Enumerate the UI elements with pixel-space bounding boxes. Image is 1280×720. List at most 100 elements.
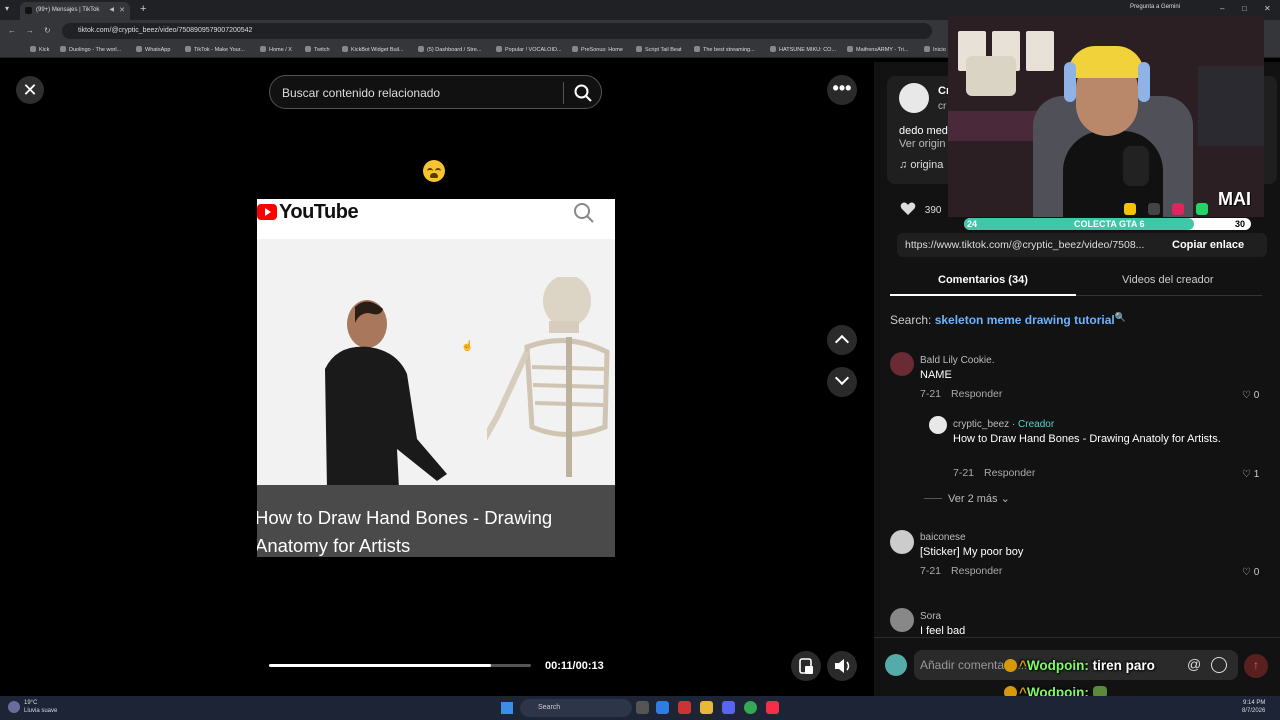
video-progress-bar[interactable]: [269, 664, 531, 667]
taskbar: 19°C Lluvia suave Search 9:14 PM 8/7/202…: [0, 696, 1280, 720]
task-view-icon[interactable]: [636, 701, 649, 714]
search-icon[interactable]: [573, 83, 593, 103]
volume-button[interactable]: [827, 651, 857, 681]
tab-comments[interactable]: Comentarios (34): [938, 274, 1028, 286]
creator-handle[interactable]: cr: [938, 101, 946, 112]
stream-logo: MAI: [1218, 189, 1251, 209]
floating-player-icon: [799, 658, 813, 674]
browser-tab[interactable]: (99+) Mensajes | TikTok ◀ ✕: [20, 2, 130, 20]
video-time: 00:11/00:13: [545, 660, 604, 672]
bookmark[interactable]: HATSUNE MIKU: CO...: [770, 46, 836, 53]
search-keyword[interactable]: skeleton meme drawing tutorial: [935, 313, 1115, 327]
panel-tabs: Comentarios (34) Videos del creador: [890, 268, 1262, 296]
comment-like[interactable]: ♡ 1: [1242, 469, 1259, 480]
webcam-overlay: MAI: [948, 16, 1264, 217]
bookmark[interactable]: Popular ! VOCALOID...: [496, 46, 562, 53]
new-tab-icon[interactable]: +: [140, 3, 146, 15]
bookmark[interactable]: (5) Dashboard / Stre...: [418, 46, 481, 53]
my-avatar: [885, 654, 907, 676]
comment-avatar[interactable]: [890, 608, 914, 632]
youtube-search-icon: [574, 203, 594, 223]
clock[interactable]: 9:14 PM 8/7/2026: [1242, 699, 1265, 715]
share-url[interactable]: https://www.tiktok.com/@cryptic_beez/vid…: [905, 239, 1144, 251]
comment-like[interactable]: ♡ 0: [1242, 567, 1259, 578]
speaker-icon: [835, 659, 850, 673]
gemini-button[interactable]: Pregunta a Gemini: [1130, 4, 1180, 10]
discord-icon[interactable]: [722, 701, 735, 714]
copy-link-button[interactable]: Copiar enlace: [1172, 239, 1244, 251]
bookmark[interactable]: Inicio: [924, 46, 946, 53]
reply-button[interactable]: Responder: [951, 388, 1002, 400]
taskbar-search[interactable]: Search: [520, 699, 632, 717]
tab-creator-videos[interactable]: Videos del creador: [1122, 274, 1214, 286]
bookmark[interactable]: KickBot Widget Buil...: [342, 46, 404, 53]
start-icon[interactable]: [501, 702, 513, 714]
floating-player-button[interactable]: [791, 651, 821, 681]
bookmark[interactable]: The best streaming...: [694, 46, 755, 53]
next-video-button[interactable]: [827, 367, 857, 397]
comment-like[interactable]: ♡ 0: [1242, 390, 1259, 401]
bookmark[interactable]: PreSonus: Home: [572, 46, 623, 53]
comment-user[interactable]: Bald Lily Cookie.: [920, 355, 994, 366]
address-bar[interactable]: tiktok.com/@cryptic_beez/video/750890957…: [62, 23, 932, 39]
weather-widget[interactable]: 19°C Lluvia suave: [8, 699, 57, 715]
close-window-icon[interactable]: ✕: [1264, 4, 1271, 13]
bookmark[interactable]: Kick: [30, 46, 49, 53]
creator-avatar[interactable]: [899, 83, 929, 113]
music-row[interactable]: ♫ origina: [899, 159, 943, 171]
chat-text: tiren paro: [1092, 658, 1155, 673]
related-search-box[interactable]: Buscar contenido relacionado: [269, 75, 602, 109]
tab-title: (99+) Mensajes | TikTok: [36, 7, 100, 13]
bookmark[interactable]: Script Tail Beat: [636, 46, 682, 53]
bookmark[interactable]: TikTok - Make Your...: [185, 46, 245, 53]
close-viewer-button[interactable]: ✕: [16, 76, 44, 104]
bookmark[interactable]: Twitch: [305, 46, 330, 53]
bookmark[interactable]: MaifrensARMY - Tri...: [847, 46, 908, 53]
tab-list-icon[interactable]: ▾: [5, 4, 9, 13]
reload-icon[interactable]: ↻: [44, 26, 51, 35]
clock-date: 8/7/2026: [1242, 708, 1266, 714]
youtube-logo-icon: [257, 204, 277, 220]
search-suggestion[interactable]: Search: skeleton meme drawing tutorial🔍: [890, 312, 1126, 327]
bookmark[interactable]: WhatsApp: [136, 46, 170, 53]
see-original-link[interactable]: Ver origin: [899, 138, 945, 150]
bookmark[interactable]: Home / X: [260, 46, 292, 53]
forward-icon[interactable]: →: [26, 26, 34, 35]
goal-bar: 24 COLECTA GTA 6 30: [963, 217, 1252, 231]
maximize-icon[interactable]: □: [1242, 4, 1247, 13]
reply-button[interactable]: Responder: [951, 565, 1002, 577]
arrow-up-icon: ↑: [1253, 658, 1259, 672]
code-icon: [1148, 203, 1160, 215]
back-icon[interactable]: ←: [8, 26, 16, 35]
comment-avatar[interactable]: [890, 352, 914, 376]
edge-icon[interactable]: [656, 701, 669, 714]
minimize-icon[interactable]: –: [1220, 4, 1224, 13]
like-button[interactable]: 390: [900, 202, 941, 216]
weather-desc: Lluvia suave: [24, 708, 58, 714]
bookmark[interactable]: Duolingo - The worl...: [60, 46, 121, 53]
video-caption-bar: How to Draw Hand Bones - Drawing Anatomy…: [257, 485, 615, 557]
more-options-button[interactable]: •••: [827, 75, 857, 105]
comment-meta: 7-21 Responder: [920, 565, 1002, 577]
whatsapp-icon: [1196, 203, 1208, 215]
close-tab-icon[interactable]: ✕: [119, 6, 125, 14]
comment-user[interactable]: cryptic_beez · Creador: [953, 419, 1054, 430]
view-more-replies[interactable]: Ver 2 más ⌄: [924, 492, 1010, 505]
man-figure: [325, 300, 447, 489]
music-app-icon[interactable]: [766, 701, 779, 714]
previous-video-button[interactable]: [827, 325, 857, 355]
comment-user[interactable]: Sora: [920, 611, 941, 622]
emoji-icon[interactable]: [1211, 657, 1227, 673]
chevron-rank-icon: ^: [1019, 658, 1027, 673]
app-icon[interactable]: [678, 701, 691, 714]
speaker-icon[interactable]: ◀: [109, 6, 114, 13]
mention-icon[interactable]: @: [1187, 656, 1201, 672]
post-comment-button[interactable]: ↑: [1244, 654, 1268, 678]
chrome-icon[interactable]: [744, 701, 757, 714]
folder-icon[interactable]: [700, 701, 713, 714]
comment-avatar[interactable]: [929, 416, 947, 434]
comment-user[interactable]: baiconese: [920, 532, 966, 543]
comment-avatar[interactable]: [890, 530, 914, 554]
reply-button[interactable]: Responder: [984, 467, 1035, 479]
weather-temp: 19°C: [24, 700, 38, 706]
